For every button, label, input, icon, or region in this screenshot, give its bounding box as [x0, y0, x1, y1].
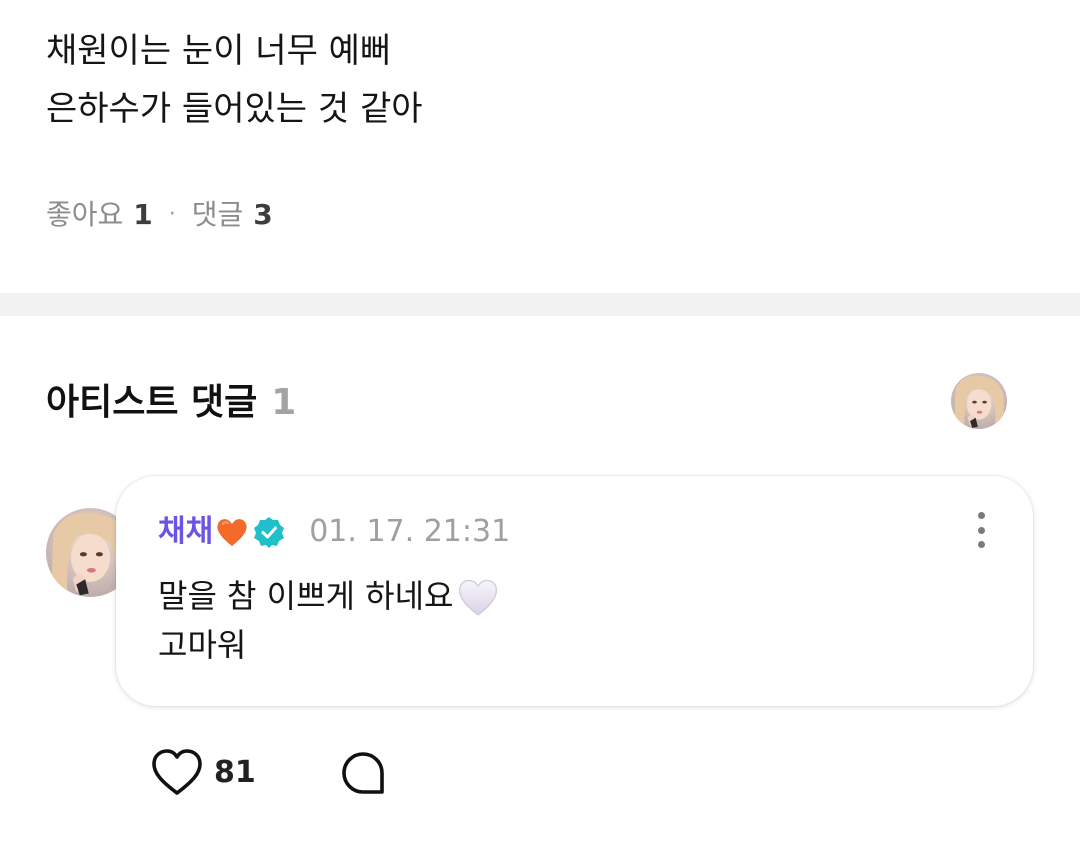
likes-count[interactable]: 1 [133, 196, 152, 234]
white-heart-icon [455, 576, 501, 618]
likes-label[interactable]: 좋아요 [46, 196, 123, 234]
artist-avatar-icon[interactable] [951, 373, 1007, 429]
section-divider [0, 293, 1080, 316]
comment-bubble-icon[interactable] [340, 750, 386, 796]
orange-heart-icon [215, 516, 249, 548]
comment-text: 말을 참 이쁘게 하네요 고마워 [158, 572, 501, 670]
avatar-image [951, 373, 1007, 429]
artist-comments-header: 아티스트 댓글 1 [46, 380, 296, 426]
post-text-line: 은하수가 들어있는 것 같아 [46, 89, 423, 129]
comment-meta: 채채 01. 17. 21:31 [158, 512, 510, 552]
post-text-line: 채원이는 눈이 너무 예뻐 [46, 31, 392, 71]
more-vertical-icon[interactable] [969, 512, 993, 548]
comment-line: 고마워 [158, 626, 247, 664]
more-dot [977, 512, 985, 519]
comment-line: 말을 참 이쁘게 하네요 [158, 577, 454, 615]
stats-separator: · [168, 202, 176, 227]
artist-comments-title: 아티스트 댓글 [46, 382, 258, 423]
like-count: 81 [214, 755, 256, 790]
more-dot [977, 526, 985, 534]
comment-actions: 81 [150, 748, 386, 798]
post-body: 채원이는 눈이 너무 예뻐 은하수가 들어있는 것 같아 [46, 22, 423, 138]
heart-outline-icon[interactable] [150, 748, 204, 798]
comment-author-name[interactable]: 채채 [158, 512, 213, 552]
artist-comment-card: 채채 01. 17. 21:31 말을 참 이쁘게 하네요 고마워 [116, 476, 1033, 706]
comment-timestamp: 01. 17. 21:31 [309, 514, 511, 549]
comments-count[interactable]: 3 [253, 196, 272, 234]
verified-badge-icon [253, 516, 285, 548]
like-button[interactable]: 81 [150, 748, 256, 798]
post-stats: 좋아요 1 · 댓글 3 [46, 196, 273, 234]
more-dot [977, 541, 985, 548]
artist-comments-count: 1 [271, 382, 297, 423]
comments-label[interactable]: 댓글 [192, 196, 244, 234]
